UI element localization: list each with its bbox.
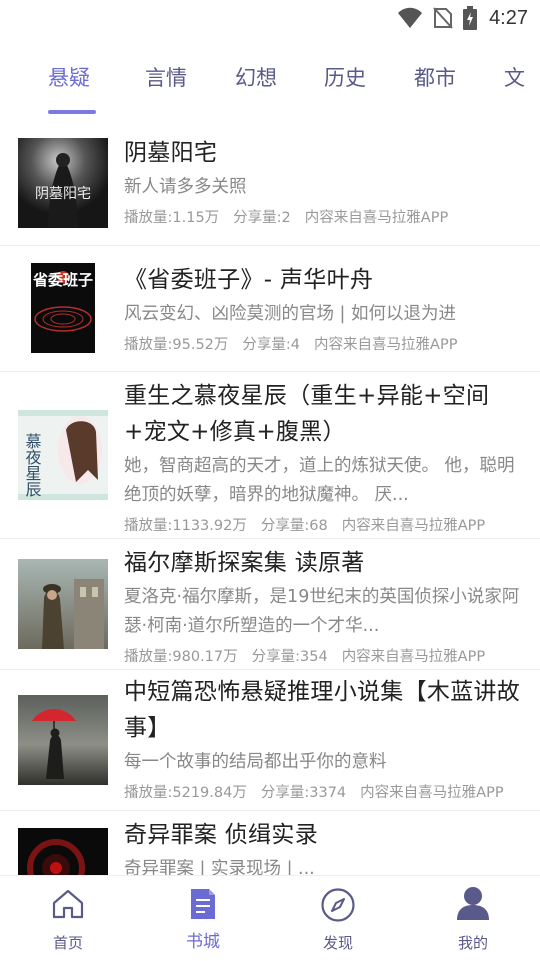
tab-literature[interactable]: 文 [504,62,525,92]
book-title[interactable]: 重生之慕夜星辰（重生+异能+空间+宠文+修真+腹黑） [124,378,532,450]
book-cover: 省委班子 [31,263,95,353]
wifi-icon [398,7,423,28]
tab-romance[interactable]: 言情 [145,62,187,92]
no-sim-icon [433,7,453,29]
list-item[interactable]: 阴墓阳宅 阴墓阳宅 新人请多多关照 播放量:1.15万 分享量:2 内容来自喜马拉雅… [0,121,540,246]
book-description: 新人请多多关照 [124,177,247,197]
share-count: 分享量:68 [260,518,328,534]
content-source: 内容来自喜马拉雅APP [341,518,486,534]
category-tabs: 悬疑 言情 幻想 历史 都市 文 [0,46,540,118]
book-icon [191,889,215,919]
book-meta: 播放量:95.52万 分享量:4 内容来自喜马拉雅APP [124,333,532,354]
cover-title-text: 省委班子 [32,271,93,289]
book-description: 风云变幻、凶险莫测的官场 | 如何以退为进 [124,304,457,324]
share-count: 分享量:4 [242,337,301,353]
play-count: 播放量:1.15万 [124,210,220,226]
book-cover: 阴墓阳宅 [18,138,108,228]
nav-home[interactable]: 首页 [18,876,118,961]
tab-fantasy[interactable]: 幻想 [235,62,277,92]
play-count: 播放量:1133.92万 [124,518,247,534]
cover-title-text: 阴墓阳宅 [35,186,91,202]
play-count: 播放量:95.52万 [124,337,229,353]
cover-title-text: 慕夜星辰 [23,433,42,497]
nav-label-bookstore: 书城 [186,932,220,952]
book-meta: 播放量:1.15万 分享量:2 内容来自喜马拉雅APP [124,206,532,227]
content-source: 内容来自喜马拉雅APP [360,785,504,801]
share-count: 分享量:2 [233,210,291,226]
list-item[interactable]: 奇异罪案 侦缉实录 奇异罪案 | 实录现场 | ... [0,811,540,875]
battery-icon [463,6,478,30]
bottom-navigation: 首页 书城 发现 我的 [0,875,540,961]
book-title[interactable]: 阴墓阳宅 [124,135,532,171]
content-source: 内容来自喜马拉雅APP [304,210,449,226]
book-description: 她，智商超高的天才，道上的炼狱天使。 他，聪明绝顶的妖孽，暗界的地狱魔神。 厌.… [124,456,515,505]
list-item[interactable]: 中短篇恐怖悬疑推理小说集【木蓝讲故事】 每一个故事的结局都出乎你的意料 播放量:… [0,670,540,811]
book-title[interactable]: 奇异罪案 侦缉实录 [124,817,532,853]
tab-suspense[interactable]: 悬疑 [48,62,90,92]
book-title[interactable]: 福尔摩斯探案集 读原著 [124,545,532,581]
share-count: 分享量:3374 [260,785,347,801]
book-cover [18,828,108,875]
book-description: 每一个故事的结局都出乎你的意料 [124,752,387,772]
content-source: 内容来自喜马拉雅APP [341,649,486,665]
content-source: 内容来自喜马拉雅APP [314,337,458,353]
play-count: 播放量:5219.84万 [124,785,247,801]
book-cover [18,695,108,785]
list-item[interactable]: 省委班子 《省委班子》- 声华叶舟 风云变幻、凶险莫测的官场 | 如何以退为进 … [0,246,540,372]
book-description: 奇异罪案 | 实录现场 | ... [124,859,315,875]
book-description: 夏洛克·福尔摩斯，是19世纪末的英国侦探小说家阿瑟·柯南·道尔所塑造的一个才华.… [124,587,520,636]
book-title[interactable]: 中短篇恐怖悬疑推理小说集【木蓝讲故事】 [124,674,532,746]
compass-icon [321,888,355,922]
list-item[interactable]: 慕夜星辰 重生之慕夜星辰（重生+异能+空间+宠文+修真+腹黑） 她，智商超高的天… [0,372,540,539]
book-title[interactable]: 《省委班子》- 声华叶舟 [124,262,532,298]
home-icon [52,889,84,919]
play-count: 播放量:980.17万 [124,649,238,665]
tab-urban[interactable]: 都市 [414,62,456,92]
active-tab-indicator [48,110,96,114]
book-meta: 播放量:5219.84万 分享量:3374 内容来自喜马拉雅APP [124,781,532,802]
nav-profile[interactable]: 我的 [423,876,523,961]
book-cover: 慕夜星辰 [18,410,108,500]
nav-discover[interactable]: 发现 [288,876,388,961]
list-item[interactable]: 福尔摩斯探案集 读原著 夏洛克·福尔摩斯，是19世纪末的英国侦探小说家阿瑟·柯南… [0,539,540,670]
book-meta: 播放量:980.17万 分享量:354 内容来自喜马拉雅APP [124,645,532,666]
book-list[interactable]: 阴墓阳宅 阴墓阳宅 新人请多多关照 播放量:1.15万 分享量:2 内容来自喜马拉雅… [0,121,540,875]
book-meta: 播放量:1133.92万 分享量:68 内容来自喜马拉雅APP [124,514,532,535]
tab-history[interactable]: 历史 [324,62,366,92]
status-bar: 4:27 [0,0,540,36]
book-cover [18,559,108,649]
nav-bookstore[interactable]: 书城 [153,876,253,961]
share-count: 分享量:354 [251,649,328,665]
person-icon [457,887,489,920]
status-time: 4:27 [489,6,528,29]
nav-label-discover: 发现 [322,934,353,952]
nav-label-profile: 我的 [457,934,488,952]
nav-label-home: 首页 [52,934,83,952]
